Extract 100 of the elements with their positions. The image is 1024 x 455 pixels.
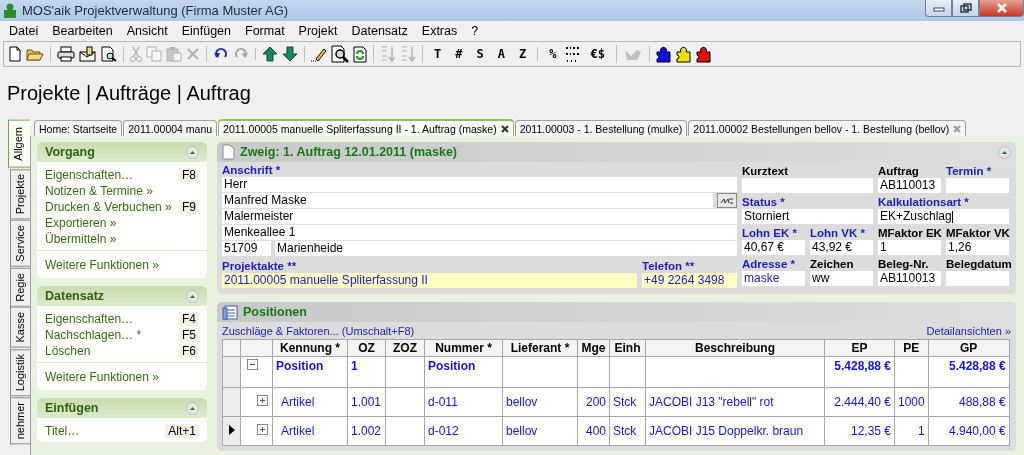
- puzzle-icon[interactable]: [655, 45, 672, 63]
- document-search-icon[interactable]: [101, 46, 117, 62]
- sidebar-link[interactable]: Übermitteln »: [45, 232, 117, 246]
- input-field[interactable]: [946, 178, 1009, 193]
- input-field[interactable]: ww: [810, 271, 873, 286]
- side-tab[interactable]: Logistik: [10, 349, 30, 397]
- numbering-icon[interactable]: [565, 45, 582, 63]
- input-field[interactable]: EK+Zuschlag: [878, 209, 1009, 224]
- link[interactable]: Detailansichten »: [926, 324, 1011, 337]
- refresh-icon[interactable]: [353, 45, 367, 63]
- toolbar-button[interactable]: #: [450, 47, 468, 61]
- puzzle-icon[interactable]: [695, 45, 712, 63]
- expand-icon[interactable]: [257, 424, 268, 435]
- input-field[interactable]: [946, 271, 1009, 286]
- signature-button[interactable]: [717, 193, 737, 208]
- toolbar-button[interactable]: A: [492, 47, 510, 61]
- document-tab[interactable]: 2011.00003 - 1. Bestellung (mulke): [514, 120, 688, 136]
- column-header[interactable]: OZ: [347, 339, 386, 357]
- input-field[interactable]: Storniert: [742, 209, 873, 224]
- input-field[interactable]: maske: [742, 271, 805, 286]
- envelope-icon[interactable]: [79, 46, 97, 62]
- sidebar-link[interactable]: Weitere Funktionen »: [45, 258, 159, 272]
- close-icon[interactable]: [500, 124, 509, 133]
- side-tab[interactable]: Regie: [10, 267, 30, 307]
- toolbar-button[interactable]: %: [544, 47, 562, 61]
- toolbar-button[interactable]: S: [471, 47, 489, 61]
- document-tab[interactable]: 2011.00004 manu: [123, 120, 218, 136]
- menu-item[interactable]: Format: [238, 24, 292, 38]
- document-tab[interactable]: 2011.00002 Bestellungen bellov - 1. Bestellung (bellov): [688, 120, 967, 136]
- menu-item[interactable]: Datensatz: [344, 24, 415, 38]
- input-field[interactable]: AB110013: [878, 178, 941, 193]
- printer-icon[interactable]: [57, 46, 75, 62]
- sidebar-link[interactable]: Notizen & Termine »: [45, 184, 153, 198]
- pencil-icon[interactable]: [311, 46, 327, 62]
- column-header[interactable]: Beschreibung: [645, 339, 825, 357]
- new-document-icon[interactable]: [8, 46, 22, 62]
- link[interactable]: Zuschläge & Faktoren... (Umschalt+F8): [222, 324, 415, 337]
- collapse-icon[interactable]: [186, 289, 199, 303]
- input-field[interactable]: 1,26: [946, 240, 1009, 255]
- menu-item[interactable]: Extras: [414, 24, 465, 38]
- input-field[interactable]: 51709: [222, 241, 271, 256]
- toolbar-button[interactable]: T: [429, 47, 447, 61]
- input-field[interactable]: AB110013: [878, 271, 941, 286]
- toolbar-button[interactable]: Z: [513, 47, 532, 61]
- sidebar-link[interactable]: Exportieren »: [45, 216, 117, 230]
- folder-icon[interactable]: [26, 47, 44, 61]
- sidebar-link[interactable]: Nachschlagen… *: [45, 328, 142, 342]
- column-header[interactable]: Kennung *: [272, 339, 348, 357]
- puzzle-icon[interactable]: [675, 45, 692, 63]
- side-tab[interactable]: Projekte: [10, 168, 30, 219]
- sidebar-link[interactable]: Drucken & Verbuchen »: [45, 200, 172, 214]
- collapse-icon[interactable]: [186, 401, 199, 415]
- side-tab[interactable]: nehmer: [10, 397, 30, 445]
- maximize-button[interactable]: [952, 0, 979, 17]
- side-tab[interactable]: Allgem: [8, 120, 30, 168]
- input-field[interactable]: +49 2264 3498: [642, 273, 737, 288]
- toolbar-button[interactable]: €$: [585, 47, 610, 61]
- menu-item[interactable]: ?: [464, 24, 486, 38]
- side-tab[interactable]: Service: [10, 220, 30, 267]
- collapse-icon[interactable]: [998, 145, 1011, 159]
- input-field[interactable]: Marienheide: [275, 241, 737, 256]
- collapse-icon[interactable]: [247, 359, 258, 370]
- document-search-icon[interactable]: [331, 45, 349, 63]
- column-header[interactable]: Lieferant *: [502, 339, 578, 357]
- column-header[interactable]: ZOZ: [385, 339, 425, 357]
- sidebar-link[interactable]: Eigenschaften…: [45, 312, 134, 326]
- document-tab[interactable]: 2011.00005 manuelle Spliterfassung II - 1. Auftrag (maske): [218, 119, 514, 136]
- input-field[interactable]: Manfred Maske: [222, 193, 713, 208]
- sidebar-link[interactable]: Titel…: [45, 424, 80, 438]
- menu-item[interactable]: Einfügen: [174, 24, 238, 38]
- column-header[interactable]: EP: [824, 339, 895, 357]
- side-tab[interactable]: Kasse: [10, 307, 30, 348]
- down-arrow-icon[interactable]: [282, 46, 298, 62]
- menu-item[interactable]: Bearbeiten: [45, 24, 120, 38]
- up-arrow-icon[interactable]: [262, 46, 278, 62]
- collapse-icon[interactable]: [186, 145, 199, 159]
- input-field[interactable]: [742, 178, 873, 193]
- menu-item[interactable]: Datei: [2, 24, 46, 38]
- input-field[interactable]: 2011.00005 manuelle Spliterfassung II: [222, 273, 637, 288]
- input-field[interactable]: Malermeister: [222, 209, 737, 224]
- close-button[interactable]: [979, 0, 1024, 17]
- column-header[interactable]: GP: [928, 339, 1010, 357]
- input-field[interactable]: Menkeallee 1: [222, 225, 737, 240]
- column-header[interactable]: Mge: [577, 339, 610, 357]
- row-header[interactable]: [222, 416, 241, 446]
- menu-item[interactable]: Ansicht: [119, 24, 175, 38]
- input-field[interactable]: 43,92 €: [810, 240, 873, 255]
- column-header[interactable]: PE: [894, 339, 929, 357]
- sidebar-link[interactable]: Eigenschaften…: [45, 168, 134, 182]
- menu-item[interactable]: Projekt: [291, 24, 345, 38]
- input-field[interactable]: 40,67 €: [742, 240, 805, 255]
- sidebar-link[interactable]: Löschen: [45, 344, 91, 358]
- column-header[interactable]: Einh: [609, 339, 646, 357]
- input-field[interactable]: Herr: [222, 177, 737, 192]
- undo-icon[interactable]: [213, 48, 229, 60]
- document-tab[interactable]: Home: Startseite: [34, 120, 123, 136]
- sidebar-link[interactable]: Weitere Funktionen »: [45, 370, 159, 384]
- expand-icon[interactable]: [257, 395, 268, 406]
- column-header[interactable]: Nummer *: [424, 339, 503, 357]
- input-field[interactable]: 1: [878, 240, 941, 255]
